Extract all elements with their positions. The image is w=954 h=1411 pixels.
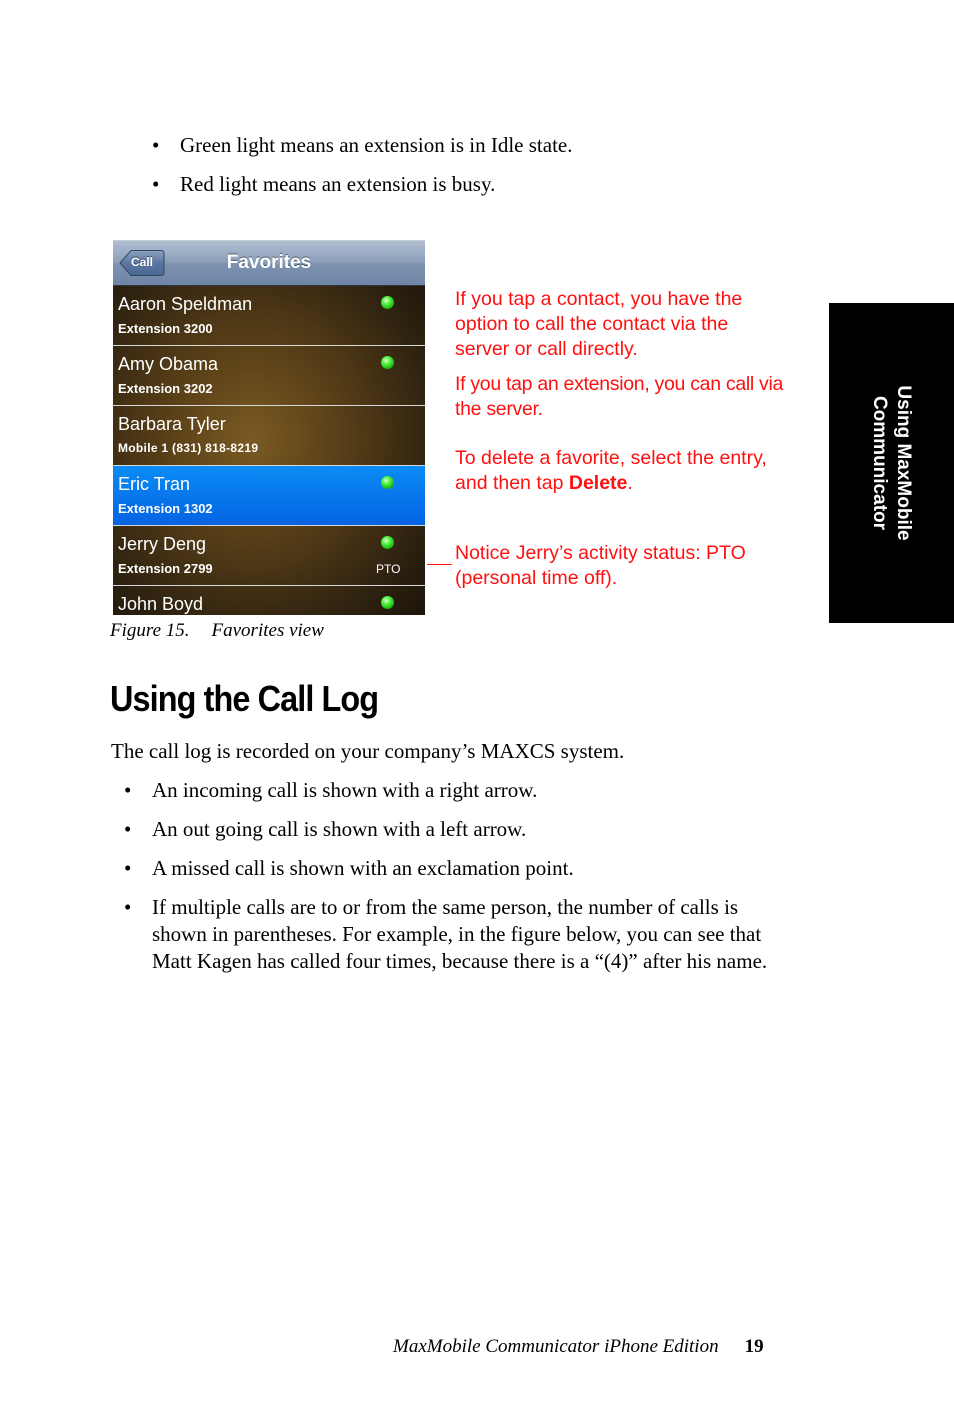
bullet-item: • Green light means an extension is in Id… bbox=[152, 132, 573, 159]
contact-name: Barbara Tyler bbox=[118, 414, 226, 434]
callout-delete-suffix: . bbox=[627, 472, 633, 494]
contact-row[interactable]: Jerry Deng Extension 2799 PTO bbox=[113, 526, 425, 586]
contact-detail[interactable]: Extension 2799 bbox=[118, 561, 213, 576]
section-heading: Using the Call Log bbox=[110, 678, 379, 719]
intro-bullet-list: • Green light means an extension is in Id… bbox=[152, 132, 573, 198]
contact-name: John Boyd bbox=[118, 594, 204, 614]
side-tab-line2: Communicator bbox=[869, 395, 890, 531]
figure-title: Favorites view bbox=[211, 620, 324, 641]
bullet-dot: • bbox=[152, 133, 160, 157]
contact-detail[interactable]: Mobile 1 (831) 818-8219 bbox=[118, 441, 258, 455]
bullet-text: A missed call is shown with an exclamati… bbox=[152, 856, 574, 880]
bullet-item: • If multiple calls are to or from the sa… bbox=[124, 894, 797, 975]
callout-pto-note: Notice Jerry’s activity status: PTO (per… bbox=[455, 542, 746, 589]
nav-title: Favorites bbox=[226, 252, 312, 273]
bullet-item: • An incoming call is shown with a right … bbox=[124, 777, 797, 804]
figure-caption: Figure 15. Favorites view bbox=[110, 620, 324, 642]
contact-name: Jerry Deng bbox=[118, 534, 207, 554]
contact-name: Amy Obama bbox=[118, 354, 219, 374]
bullet-item: • Red light means an extension is busy. bbox=[152, 171, 572, 198]
bullet-dot: • bbox=[124, 778, 132, 802]
status-light-icon bbox=[381, 356, 394, 369]
contact-detail[interactable]: Extension 3202 bbox=[118, 381, 213, 396]
callout-delete-keyword: Delete bbox=[568, 472, 628, 494]
bullet-text: Green light means an extension is in Idl… bbox=[180, 133, 573, 157]
bullet-text: An incoming call is shown with a right a… bbox=[152, 778, 538, 802]
contact-row[interactable]: Aaron Speldman Extension 3200 bbox=[113, 286, 425, 346]
callout-tap-extension: If you tap an extension, you can call vi… bbox=[455, 373, 784, 420]
footer-book-title: MaxMobile Communicator iPhone Edition bbox=[393, 1336, 719, 1357]
page-number: 19 bbox=[744, 1336, 764, 1357]
contact-detail[interactable]: Extension 1302 bbox=[118, 501, 213, 516]
bullet-item: • A missed call is shown with an exclamat… bbox=[124, 855, 797, 882]
contact-name: Aaron Speldman bbox=[118, 294, 253, 314]
contact-name: Eric Tran bbox=[118, 474, 191, 494]
navigation-bar: Call Favorites bbox=[113, 241, 425, 286]
bullet-dot: • bbox=[152, 172, 160, 196]
chapter-side-tab: Using MaxMobile Communicator bbox=[829, 303, 954, 623]
status-light-icon bbox=[381, 476, 394, 489]
contact-row[interactable]: Amy Obama Extension 3202 bbox=[113, 346, 425, 406]
contact-row[interactable]: Barbara Tyler Mobile 1 (831) 818-8219 bbox=[113, 406, 425, 466]
bullet-dot: • bbox=[124, 895, 132, 919]
callout-tap-contact: If you tap a contact, you have the optio… bbox=[455, 288, 743, 360]
callout-leader-line bbox=[427, 564, 452, 565]
contact-detail[interactable]: Extension 3200 bbox=[118, 321, 213, 336]
callout-delete: To delete a favorite, select the entry, … bbox=[455, 446, 775, 496]
bullet-text: An out going call is shown with a left a… bbox=[152, 817, 527, 841]
figure-number: Figure 15. bbox=[110, 620, 190, 641]
bullet-dot: • bbox=[124, 817, 132, 841]
page-footer: MaxMobile Communicator iPhone Edition 19 bbox=[393, 1336, 764, 1358]
side-tab-line1: Using MaxMobile bbox=[893, 385, 914, 541]
status-light-icon bbox=[381, 596, 394, 609]
activity-status: PTO bbox=[376, 562, 401, 576]
status-light-icon bbox=[381, 296, 394, 309]
chapter-side-tab-label: Using MaxMobile Communicator bbox=[867, 385, 915, 540]
bullet-dot: • bbox=[124, 856, 132, 880]
bullet-text: Red light means an extension is busy. bbox=[180, 172, 496, 196]
favorites-list: Aaron Speldman Extension 3200 Amy Obama … bbox=[113, 286, 425, 615]
section-intro: The call log is recorded on your company… bbox=[111, 739, 625, 763]
contact-row[interactable]: John Boyd bbox=[113, 586, 425, 615]
bullet-item: • An out going call is shown with a left … bbox=[124, 816, 797, 843]
favorites-screenshot: Call Favorites Aaron Speldman Extension … bbox=[113, 240, 425, 615]
call-log-bullet-list: • An incoming call is shown with a right … bbox=[124, 777, 797, 975]
contact-row-selected[interactable]: Eric Tran Extension 1302 bbox=[113, 466, 425, 526]
bullet-text: If multiple calls are to or from the sam… bbox=[152, 895, 768, 973]
status-light-icon bbox=[381, 536, 394, 549]
